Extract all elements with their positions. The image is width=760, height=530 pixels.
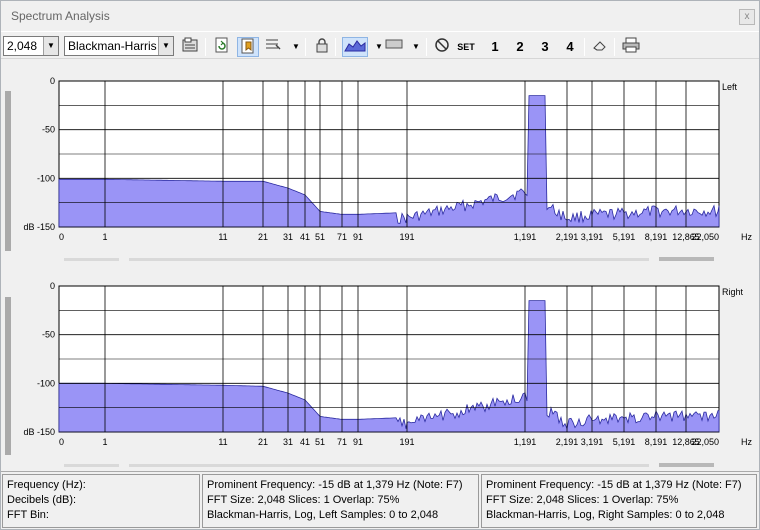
bookmark-icon[interactable] — [237, 37, 259, 57]
left-horizontal-scroll-track[interactable] — [64, 258, 119, 261]
left-fft-settings: FFT Size: 2,048 Slices: 1 Overlap: 75% — [207, 494, 400, 506]
right-x-tick-label: 22,050 — [691, 437, 719, 447]
left-y-tick-label: -50 — [42, 125, 55, 135]
preset-3-button[interactable]: 3 — [536, 37, 554, 57]
left-x-tick-label: 2,191 — [556, 232, 579, 242]
toolbar-separator — [584, 38, 585, 56]
left-x-tick-label: 1,191 — [514, 232, 537, 242]
right-fft-settings: FFT Size: 2,048 Slices: 1 Overlap: 75% — [486, 494, 679, 506]
left-x-tick-label: 8,191 — [645, 232, 668, 242]
info-panels: Frequency (Hz): Decibels (dB): FFT Bin: … — [1, 471, 759, 529]
left-channel-info-panel: Prominent Frequency: -15 dB at 1,379 Hz … — [202, 474, 479, 528]
chevron-down-icon[interactable]: ▼ — [407, 37, 425, 57]
fft-size-select[interactable]: 2,048 ▼ — [3, 36, 59, 56]
set-button[interactable]: SET — [457, 37, 475, 57]
close-button[interactable]: x — [739, 9, 755, 25]
toolbar-separator — [335, 38, 336, 56]
right-x-tick-label: 1 — [102, 437, 107, 447]
right-y-tick-label: 0 — [50, 281, 55, 291]
fft-bin-label: FFT Bin: — [7, 509, 49, 521]
left-x-tick-label: 1 — [102, 232, 107, 242]
left-x-tick-label: 71 — [337, 232, 347, 242]
left-window-info: Blackman-Harris, Log, Left Samples: 0 to… — [207, 509, 439, 521]
right-y-tick-label: -100 — [37, 378, 55, 388]
left-x-tick-label: 191 — [399, 232, 414, 242]
preset-1-button[interactable]: 1 — [486, 37, 504, 57]
left-x-tick-label: 31 — [283, 232, 293, 242]
left-x-tick-label: 22,050 — [691, 232, 719, 242]
decibels-label: Decibels (dB): — [7, 494, 77, 506]
toolbar-separator — [426, 38, 427, 56]
frequency-label: Frequency (Hz): — [7, 479, 86, 491]
left-channel-label: Left — [722, 82, 738, 92]
right-x-tick-label: 5,191 — [613, 437, 636, 447]
refresh-icon[interactable] — [213, 37, 231, 57]
right-channel-label: Right — [722, 287, 744, 297]
right-y-tick-label: -50 — [42, 330, 55, 340]
right-x-unit-label: Hz — [741, 437, 752, 447]
chevron-down-icon[interactable]: ▼ — [158, 37, 173, 55]
left-y-tick-label: -100 — [37, 173, 55, 183]
lock-icon[interactable] — [313, 37, 331, 57]
toolbar-separator — [205, 38, 206, 56]
fft-size-value: 2,048 — [7, 39, 38, 53]
toolbar-separator — [305, 38, 306, 56]
left-x-tick-label: 51 — [315, 232, 325, 242]
display-mode-icon[interactable] — [385, 37, 403, 57]
left-x-tick-label: 91 — [353, 232, 363, 242]
left-spectrum-plot[interactable]: 0-50-100dB -1500 1 11 21 31 41 51 71 91 191 1,191 2… — [1, 61, 759, 261]
preset-2-button[interactable]: 2 — [511, 37, 529, 57]
left-horizontal-scroll-track[interactable] — [129, 258, 649, 261]
preset-4-button[interactable]: 4 — [561, 37, 579, 57]
left-x-tick-label: 41 — [300, 232, 310, 242]
right-x-tick-label: 191 — [399, 437, 414, 447]
left-x-tick-label: 5,191 — [613, 232, 636, 242]
right-x-tick-label: 8,191 — [645, 437, 668, 447]
right-x-tick-label: 1,191 — [514, 437, 537, 447]
right-prominent-frequency: Prominent Frequency: -15 dB at 1,379 Hz … — [486, 479, 742, 491]
right-x-tick-label: 31 — [283, 437, 293, 447]
title-bar[interactable]: Spectrum Analysis x — [1, 1, 759, 31]
eraser-icon[interactable] — [591, 37, 609, 57]
toolbar: 2,048 ▼ Blackman-Harris ▼ ▼ ▼ ▼ SET 1 2 … — [1, 31, 759, 59]
window-function-value: Blackman-Harris — [68, 39, 157, 53]
left-x-tick-label: 0 — [59, 232, 64, 242]
scan-icon[interactable] — [264, 37, 282, 57]
right-horizontal-scroll-thumb[interactable] — [659, 463, 714, 467]
properties-icon[interactable] — [181, 37, 199, 57]
left-x-unit-label: Hz — [741, 232, 752, 242]
right-x-tick-label: 91 — [353, 437, 363, 447]
right-x-tick-label: 11 — [218, 437, 227, 447]
left-horizontal-scroll-thumb[interactable] — [659, 257, 714, 261]
left-x-tick-label: 3,191 — [581, 232, 604, 242]
area-graph-icon[interactable] — [342, 37, 368, 57]
cursor-info-panel: Frequency (Hz): Decibels (dB): FFT Bin: — [2, 474, 200, 528]
right-x-tick-label: 71 — [337, 437, 347, 447]
right-horizontal-scroll-track[interactable] — [64, 464, 119, 467]
right-x-tick-label: 21 — [258, 437, 268, 447]
right-x-tick-label: 51 — [315, 437, 325, 447]
no-icon[interactable] — [433, 37, 451, 57]
left-x-tick-label: 11 — [218, 232, 227, 242]
right-window-info: Blackman-Harris, Log, Right Samples: 0 t… — [486, 509, 725, 521]
right-y-tick-label: dB -150 — [23, 427, 55, 437]
left-y-tick-label: dB -150 — [23, 222, 55, 232]
left-prominent-frequency: Prominent Frequency: -15 dB at 1,379 Hz … — [207, 479, 463, 491]
right-horizontal-scroll-track[interactable] — [129, 464, 649, 467]
spectrum-analysis-window: Spectrum Analysis x 2,048 ▼ Blackman-Har… — [0, 0, 760, 530]
left-y-tick-label: 0 — [50, 76, 55, 86]
left-x-tick-label: 21 — [258, 232, 268, 242]
right-spectrum-plot[interactable]: 0-50-100dB -1500 1 11 21 31 41 51 71 91 191 1,191 2… — [1, 266, 759, 466]
print-icon[interactable] — [622, 37, 640, 57]
chevron-down-icon[interactable]: ▼ — [43, 37, 58, 55]
toolbar-separator — [614, 38, 615, 56]
right-x-tick-label: 3,191 — [581, 437, 604, 447]
chevron-down-icon[interactable]: ▼ — [287, 37, 305, 57]
right-x-tick-label: 0 — [59, 437, 64, 447]
right-x-tick-label: 2,191 — [556, 437, 579, 447]
window-function-select[interactable]: Blackman-Harris ▼ — [64, 36, 174, 56]
right-x-tick-label: 41 — [300, 437, 310, 447]
right-channel-info-panel: Prominent Frequency: -15 dB at 1,379 Hz … — [481, 474, 757, 528]
window-title: Spectrum Analysis — [11, 9, 110, 23]
